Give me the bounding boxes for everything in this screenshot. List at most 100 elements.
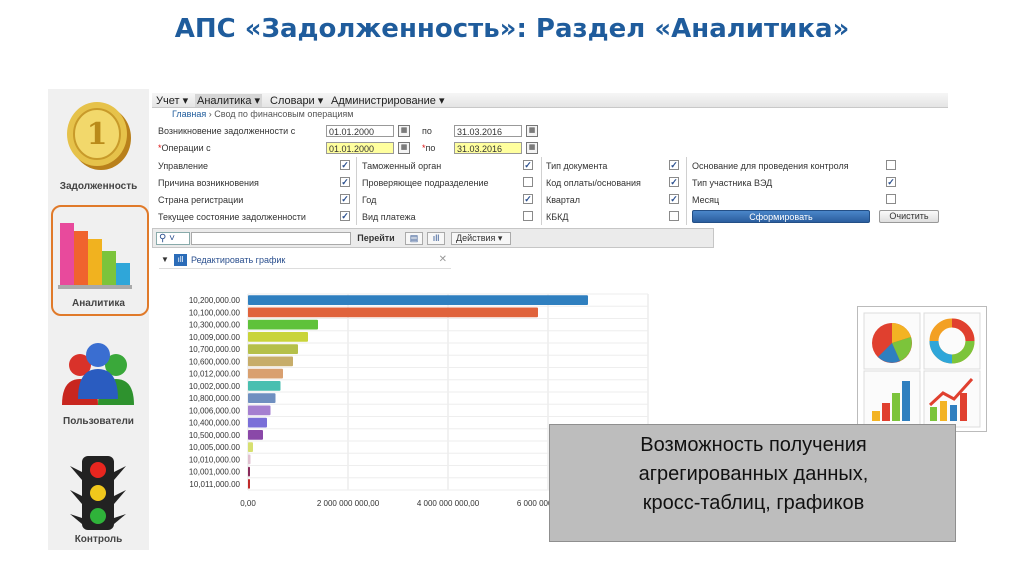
checkbox-payment-code[interactable]: ✓ (669, 177, 679, 187)
calendar-icon[interactable]: ▦ (526, 125, 538, 137)
checkbox-quarter[interactable]: ✓ (669, 194, 679, 204)
column-divider (541, 157, 542, 225)
bar[interactable] (248, 478, 250, 489)
bar[interactable] (248, 356, 293, 367)
y-tick-label: 10,012,000.00 (189, 370, 241, 379)
bar[interactable] (248, 429, 263, 440)
sidebar-item-users[interactable]: Пользователи (48, 334, 149, 444)
gold-coin-icon: 1 (67, 102, 131, 170)
search-input[interactable] (191, 232, 351, 245)
menu-item-dictionaries[interactable]: Словари ▾ (270, 94, 323, 107)
x-tick-label: 0,00 (240, 499, 256, 508)
checkbox-label: Тип документа (546, 161, 608, 171)
checkbox-participant-type[interactable]: ✓ (886, 177, 896, 187)
bar[interactable] (248, 442, 253, 453)
checkbox-customs[interactable]: ✓ (523, 160, 533, 170)
feature-callout: Возможность получения агрегированных дан… (549, 424, 956, 542)
sidebar-item-label: Контроль (74, 534, 123, 545)
search-icon[interactable]: ⚲ ˅ (156, 232, 190, 245)
bar[interactable] (248, 417, 267, 428)
svg-text:1: 1 (87, 117, 108, 152)
checkbox-label: Страна регистрации (158, 195, 244, 205)
bar[interactable] (248, 368, 283, 379)
pie-chart-icon (863, 312, 921, 370)
x-tick-label: 2 000 000 000,00 (317, 499, 380, 508)
y-tick-label: 10,005,000.00 (189, 443, 241, 452)
chart-view-icon[interactable]: ıll (427, 232, 445, 245)
op-date-from-field[interactable]: 01.01.2000 (326, 142, 394, 154)
breadcrumb-current: Свод по финансовым операциям (214, 109, 354, 119)
edit-chart-link[interactable]: Редактировать график (191, 255, 285, 265)
calendar-icon[interactable]: ▦ (526, 142, 538, 154)
feature-line: Возможность получения (640, 434, 867, 456)
checkbox-kbkd[interactable] (669, 211, 679, 221)
bar[interactable] (248, 466, 250, 477)
slide-title: АПС «Задолженность»: Раздел «Аналитика» (174, 14, 850, 44)
bar[interactable] (248, 393, 276, 404)
line-chart-icon (923, 370, 981, 428)
bar[interactable] (248, 380, 281, 391)
menu-item-analytics[interactable]: Аналитика ▾ (195, 94, 263, 107)
report-toolbar: ⚲ ˅ Перейти ▤ ıll Действия ▾ (152, 228, 714, 248)
y-tick-label: 10,006,000.00 (189, 406, 241, 415)
checkbox-label: Таможенный орган (362, 161, 442, 171)
bar[interactable] (248, 295, 588, 306)
generate-button[interactable]: Сформировать (692, 210, 870, 223)
checkbox-year[interactable]: ✓ (523, 194, 533, 204)
checkbox-label: Текущее состояние задолженности (158, 212, 306, 222)
traffic-light-icon (70, 456, 126, 530)
bar[interactable] (248, 331, 308, 342)
checkbox-debt-state[interactable]: ✓ (340, 211, 350, 221)
table-view-icon[interactable]: ▤ (405, 232, 423, 245)
go-button[interactable]: Перейти (353, 232, 399, 245)
feature-icons-panel (857, 306, 987, 432)
checkbox-label: Квартал (546, 195, 581, 205)
chart-panel-header: ▼ ıll Редактировать график ✕ (159, 254, 451, 269)
bar[interactable] (248, 454, 251, 465)
column-divider (356, 157, 357, 225)
bar[interactable] (248, 319, 318, 330)
checkbox-label: Код оплаты/основания (546, 178, 641, 188)
checkbox-label: Месяц (692, 195, 720, 205)
breadcrumb-home[interactable]: Главная (172, 109, 206, 119)
checkbox-label: КБКД (546, 212, 569, 222)
sidebar-item-control[interactable]: Контроль (48, 449, 149, 550)
debt-date-to-field[interactable]: 31.03.2016 (454, 125, 522, 137)
checkbox-country[interactable]: ✓ (340, 194, 350, 204)
close-icon[interactable]: ✕ (439, 254, 447, 265)
sidebar-item-label: Задолженность (59, 181, 138, 192)
sidebar-active-highlight (51, 205, 149, 316)
calendar-icon[interactable]: ▦ (398, 142, 410, 154)
op-date-label: Операции с (158, 143, 211, 153)
bar[interactable] (248, 405, 271, 416)
actions-dropdown[interactable]: Действия ▾ (451, 232, 511, 245)
y-tick-label: 10,200,000.00 (189, 296, 241, 305)
op-date-to-field[interactable]: 31.03.2016 (454, 142, 522, 154)
sidebar-item-label: Пользователи (63, 416, 134, 427)
checkbox-reason[interactable]: ✓ (340, 177, 350, 187)
sidebar-item-debt[interactable]: 1 Задолженность (48, 89, 149, 199)
bar[interactable] (248, 307, 538, 318)
menu-item-administration[interactable]: Администрирование ▾ (331, 94, 444, 107)
breadcrumb-separator: › (208, 109, 212, 119)
calendar-icon[interactable]: ▦ (398, 125, 410, 137)
debt-date-from-field[interactable]: 01.01.2000 (326, 125, 394, 137)
y-tick-label: 10,002,000.00 (189, 382, 241, 391)
checkbox-inspecting-unit[interactable] (523, 177, 533, 187)
y-tick-label: 10,400,000.00 (189, 419, 241, 428)
checkbox-control-basis[interactable] (886, 160, 896, 170)
checkbox-management[interactable]: ✓ (340, 160, 350, 170)
menu-item-accounting[interactable]: Учет ▾ (156, 94, 188, 107)
feature-text: Возможность получения агрегированных дан… (550, 431, 957, 518)
y-tick-label: 10,011,000.00 (189, 480, 240, 489)
checkbox-doc-type[interactable]: ✓ (669, 160, 679, 170)
clear-button[interactable]: Очистить (879, 210, 939, 223)
users-icon (62, 343, 134, 405)
y-tick-label: 10,010,000.00 (189, 455, 241, 464)
checkbox-month[interactable] (886, 194, 896, 204)
checkbox-label: Основание для проведения контроля (692, 161, 849, 171)
bar[interactable] (248, 344, 298, 355)
x-tick-label: 4 000 000 000,00 (417, 499, 480, 508)
collapse-triangle-icon[interactable]: ▼ (161, 255, 169, 264)
checkbox-payment-type[interactable] (523, 211, 533, 221)
